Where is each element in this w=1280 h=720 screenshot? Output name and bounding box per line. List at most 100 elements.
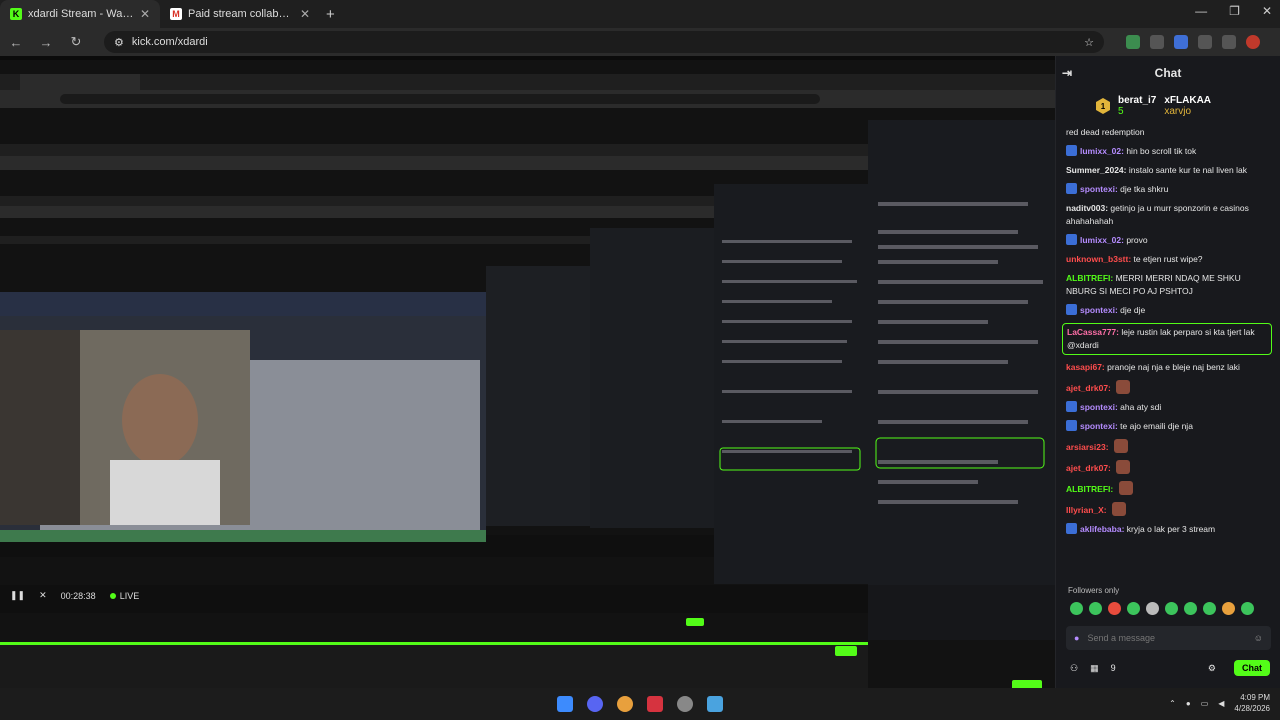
gift-icon[interactable]: ▦ — [1090, 663, 1099, 674]
chrome-icon[interactable] — [617, 696, 633, 712]
taskbar: ⌃ ● ▭ ◀ 4:09 PM 4/28/2026 — [0, 688, 1280, 720]
chat-username[interactable]: spontexi: — [1080, 402, 1118, 412]
mic-tray-icon[interactable]: ● — [1186, 699, 1191, 708]
message-input[interactable] — [1087, 633, 1246, 643]
chat-text: dje dje — [1120, 305, 1146, 315]
mute-icon[interactable]: ✕ — [39, 590, 47, 601]
gifter-badge-icon: 1 — [1096, 98, 1110, 114]
url-text: kick.com/xdardi — [131, 36, 208, 48]
reload-icon[interactable]: ↻ — [68, 34, 84, 50]
address-bar[interactable]: ⚙ kick.com/xdardi ☆ — [104, 31, 1104, 53]
chat-username[interactable]: unknown_b3stt: — [1066, 254, 1131, 264]
chat-username[interactable]: spontexi: — [1080, 421, 1118, 431]
emote-icon[interactable] — [1127, 602, 1140, 615]
chat-header: ⇥ Chat — [1056, 56, 1280, 90]
chat-username[interactable]: ajet_drk07: — [1066, 463, 1111, 473]
extension-icon[interactable] — [1150, 35, 1164, 49]
chat-username[interactable]: LaCassa777: — [1067, 327, 1119, 337]
close-tab-icon[interactable]: ✕ — [140, 7, 150, 21]
chat-send-button[interactable]: Chat — [1234, 660, 1270, 676]
badge-icon — [1066, 401, 1077, 412]
mic-icon[interactable]: ● — [1074, 633, 1079, 643]
bookmark-star-icon[interactable]: ☆ — [1084, 36, 1094, 49]
chat-username[interactable]: spontexi: — [1080, 184, 1118, 194]
chat-username[interactable]: spontexi: — [1080, 305, 1118, 315]
chat-username[interactable]: arsiarsi23: — [1066, 442, 1109, 452]
chat-username[interactable]: ALBITREFI: — [1066, 273, 1113, 283]
chevron-up-icon[interactable]: ⌃ — [1169, 699, 1176, 708]
emote-icon[interactable] — [1184, 602, 1197, 615]
emote-icon[interactable] — [1089, 602, 1102, 615]
tab-strip: K xdardi Stream - Watch Live on K ✕ M Pa… — [0, 0, 1280, 28]
badge-icon — [1066, 304, 1077, 315]
points-icon[interactable]: ⚇ — [1070, 663, 1078, 674]
emote-icon[interactable] — [1222, 602, 1235, 615]
maximize-icon[interactable]: ❐ — [1229, 4, 1240, 18]
clock[interactable]: 4:09 PM 4/28/2026 — [1234, 692, 1270, 714]
pause-icon[interactable]: ❚❚ — [10, 590, 25, 601]
extension-icon[interactable] — [1126, 35, 1140, 49]
chat-message: spontexi: te ajo emaili dje nja — [1066, 420, 1272, 433]
top-gifters: 1 berat_i7 5 xFLAKAA xarvjo — [1056, 90, 1280, 122]
emote-icon — [1112, 502, 1127, 516]
chat-text: aha aty sdi — [1120, 402, 1162, 412]
stream-video[interactable]: ❚❚ ✕ 00:28:38 LIVE — [0, 60, 1055, 690]
chat-username[interactable]: lumixx_02: — [1080, 235, 1124, 245]
kick-icon: K — [10, 8, 22, 20]
app-x-icon[interactable] — [647, 696, 663, 712]
chat-text: hin bo scroll tik tok — [1126, 146, 1197, 156]
chat-message: kasapi67: pranoje naj nja e bleje naj be… — [1066, 361, 1272, 374]
chat-username[interactable]: lumixx_02: — [1080, 146, 1124, 156]
gifter-name: xarvjo — [1164, 106, 1192, 117]
chat-username[interactable]: aklifebaba: — [1080, 524, 1124, 534]
gifter-count: 5 — [1118, 106, 1124, 117]
chat-text: te ajo emaili dje nja — [1120, 421, 1193, 431]
chat-username[interactable]: kasapi67: — [1066, 362, 1105, 372]
new-tab-button[interactable]: + — [326, 6, 335, 23]
emote-icon[interactable] — [1165, 602, 1178, 615]
emote-icon — [1113, 439, 1128, 453]
chat-username[interactable]: Summer_2024: — [1066, 165, 1126, 175]
chat-message: ajet_drk07: — [1066, 460, 1272, 475]
menu-icon[interactable] — [1222, 35, 1236, 49]
emoji-icon[interactable]: ☺ — [1254, 633, 1263, 643]
discord-icon[interactable] — [587, 696, 603, 712]
emote-icon[interactable] — [1070, 602, 1083, 615]
tab-label: Paid stream collaboration (edu — [188, 8, 294, 20]
close-window-icon[interactable]: ✕ — [1262, 4, 1272, 18]
emote-icon[interactable] — [1203, 602, 1216, 615]
volume-icon[interactable]: ◀ — [1218, 699, 1224, 708]
profile-avatar[interactable] — [1246, 35, 1260, 49]
minimize-icon[interactable]: — — [1195, 4, 1207, 18]
chat-messages: red dead redemption lumixx_02: hin bo scr… — [1056, 122, 1280, 536]
site-info-icon[interactable]: ⚙ — [114, 36, 124, 49]
settings-icon[interactable]: ⚙ — [1208, 663, 1216, 674]
chat-username[interactable]: ALBITREFI: — [1066, 484, 1113, 494]
chat-message: Summer_2024: instalo sante kur te nal li… — [1066, 164, 1272, 177]
chat-username[interactable]: ajet_drk07: — [1066, 383, 1111, 393]
chat-message: spontexi: dje dje — [1066, 304, 1272, 317]
puzzle-icon[interactable] — [1198, 35, 1212, 49]
forward-icon[interactable]: → — [38, 35, 54, 50]
steam-icon[interactable] — [707, 696, 723, 712]
windows-start-icon[interactable] — [557, 696, 573, 712]
app-icon[interactable] — [677, 696, 693, 712]
back-icon[interactable]: ← — [8, 35, 24, 50]
tab-gmail[interactable]: M Paid stream collaboration (edu ✕ — [160, 0, 320, 28]
chat-username[interactable]: naditv003: — [1066, 203, 1108, 213]
chat-username[interactable]: Illyrian_X: — [1066, 505, 1107, 515]
collapse-chat-icon[interactable]: ⇥ — [1062, 66, 1072, 80]
chat-message: unknown_b3stt: te etjen rust wipe? — [1066, 253, 1272, 266]
chat-message: arsiarsi23: — [1066, 439, 1272, 454]
network-icon[interactable]: ▭ — [1201, 699, 1209, 708]
emote-icon[interactable] — [1108, 602, 1121, 615]
badge-icon — [1066, 183, 1077, 194]
emote-icon[interactable] — [1241, 602, 1254, 615]
chat-message: lumixx_02: hin bo scroll tik tok — [1066, 145, 1272, 158]
tab-kick[interactable]: K xdardi Stream - Watch Live on K ✕ — [0, 0, 160, 28]
chat-message: aklifebaba: kryja o lak per 3 stream — [1066, 523, 1272, 536]
close-tab-icon[interactable]: ✕ — [300, 7, 310, 21]
send-message-box[interactable]: ● ☺ — [1066, 626, 1271, 650]
extension-icon[interactable] — [1174, 35, 1188, 49]
emote-icon[interactable] — [1146, 602, 1159, 615]
